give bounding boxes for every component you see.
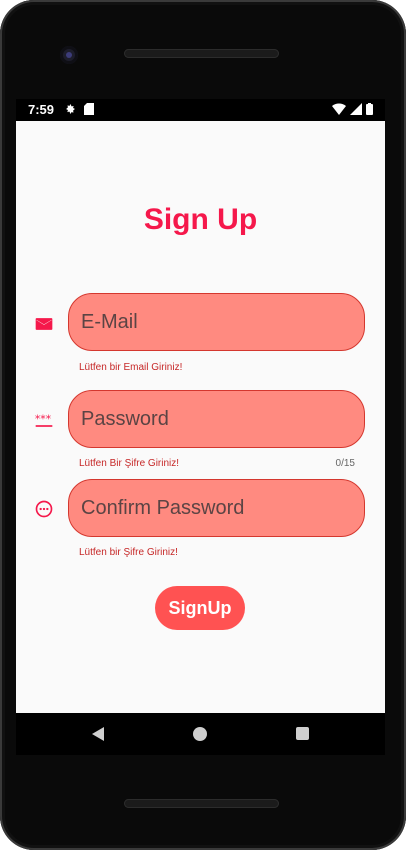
battery-icon	[366, 103, 373, 115]
status-bar: 7:59	[16, 99, 385, 121]
email-field[interactable]	[68, 293, 365, 351]
mail-icon	[35, 318, 53, 330]
confirm-password-field[interactable]	[68, 479, 365, 537]
app-screen: Sign Up Lütfen bir Email Giriniz! *** Lü…	[16, 121, 385, 713]
password-helper-text: Lütfen Bir Şifre Giriniz!	[79, 458, 180, 469]
bottom-speaker	[124, 799, 279, 808]
top-speaker	[124, 49, 279, 58]
password-char-counter: 0/15	[335, 458, 355, 469]
email-helper-text: Lütfen bir Email Giriniz!	[79, 362, 183, 373]
signup-button[interactable]: SignUp	[155, 586, 245, 630]
status-time: 7:59	[28, 102, 55, 117]
password-field[interactable]	[68, 390, 365, 448]
page-title: Sign Up	[143, 203, 258, 236]
svg-text:***: ***	[35, 413, 52, 426]
sd-card-icon	[84, 103, 94, 115]
more-circle-icon	[35, 500, 53, 518]
back-icon[interactable]	[90, 726, 106, 742]
gear-icon	[66, 104, 75, 114]
wifi-icon	[332, 103, 346, 115]
signal-icon	[350, 103, 362, 115]
password-dots-icon: ***	[35, 413, 53, 427]
recents-icon[interactable]	[296, 727, 309, 740]
confirm-password-input[interactable]	[69, 480, 364, 536]
home-icon[interactable]	[193, 727, 207, 741]
confirm-password-helper-text: Lütfen bir Şifre Giriniz!	[79, 547, 178, 558]
password-input[interactable]	[69, 391, 364, 447]
navigation-bar	[16, 713, 385, 755]
email-input[interactable]	[69, 294, 364, 350]
front-camera	[60, 46, 78, 64]
phone-frame: 7:59 Sign Up Lütfen bir Emai	[0, 0, 406, 850]
